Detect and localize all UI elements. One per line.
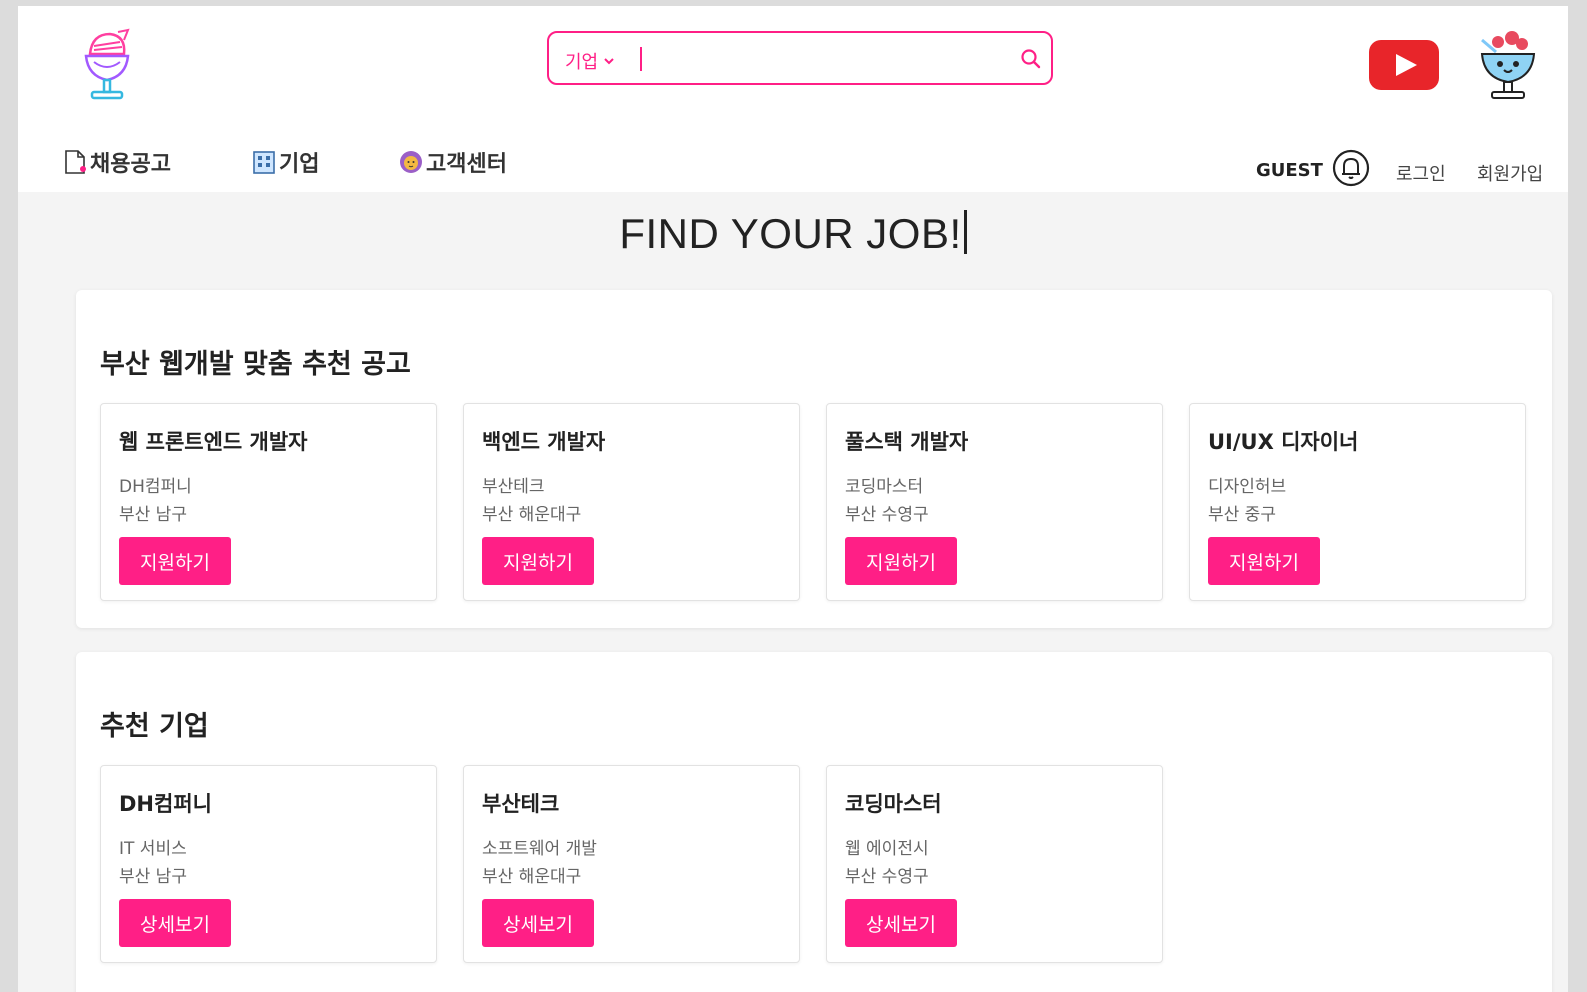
job-card: 풀스택 개발자 코딩마스터 부산 수영구 지원하기 (826, 403, 1163, 601)
chevron-down-icon (604, 58, 614, 65)
job-title: UI/UX 디자이너 (1208, 430, 1359, 454)
company-location: 부산 수영구 (845, 867, 929, 887)
apply-button[interactable]: 지원하기 (482, 537, 594, 585)
nav-item-companies[interactable]: 기업 (251, 146, 319, 178)
mascot-icon[interactable] (1478, 28, 1538, 102)
apply-button[interactable]: 지원하기 (845, 537, 957, 585)
details-button[interactable]: 상세보기 (845, 899, 957, 947)
job-location: 부산 중구 (1208, 505, 1276, 525)
recommended-jobs-section: 부산 웹개발 맞춤 추천 공고 웹 프론트엔드 개발자 DH컴퍼니 부산 남구 … (76, 290, 1552, 628)
job-title: 백엔드 개발자 (482, 430, 606, 454)
job-title: 풀스택 개발자 (845, 430, 969, 454)
page: 기업 채용공고 기업 고객센터 GUEST 로그인 회원가입 FIND YOUR… (18, 6, 1568, 992)
job-company: 부산테크 (482, 477, 545, 497)
ice-cream-logo-icon[interactable] (80, 28, 134, 102)
document-icon (65, 150, 86, 174)
company-name: 코딩마스터 (845, 792, 942, 816)
search-input[interactable] (649, 41, 1013, 79)
job-company: 코딩마스터 (845, 477, 924, 497)
nav-item-support[interactable]: 고객센터 (398, 146, 507, 178)
search-bar: 기업 (547, 31, 1053, 85)
header: 기업 채용공고 기업 고객센터 GUEST 로그인 회원가입 (18, 6, 1568, 192)
details-button[interactable]: 상세보기 (119, 899, 231, 947)
company-industry: 소프트웨어 개발 (482, 839, 597, 859)
guest-label: GUEST (1256, 160, 1323, 181)
lion-icon (400, 151, 422, 173)
hero-title-text: FIND YOUR JOB! (619, 210, 962, 257)
text-cursor (963, 210, 967, 254)
company-location: 부산 남구 (119, 867, 187, 887)
job-company: 디자인허브 (1208, 477, 1287, 497)
text-cursor (640, 47, 642, 71)
youtube-icon[interactable] (1369, 40, 1439, 90)
company-name: DH컴퍼니 (119, 792, 212, 816)
search-category-select[interactable]: 기업 (565, 48, 614, 74)
company-name: 부산테크 (482, 792, 560, 816)
nav-item-label: 고객센터 (426, 152, 507, 177)
search-icon[interactable] (1019, 47, 1043, 71)
section-title: 추천 기업 (100, 711, 209, 742)
hero-title: FIND YOUR JOB! (18, 210, 1568, 258)
company-card: 부산테크 소프트웨어 개발 부산 해운대구 상세보기 (463, 765, 800, 963)
signup-link[interactable]: 회원가입 (1477, 160, 1543, 186)
building-icon (253, 151, 275, 174)
job-location: 부산 해운대구 (482, 505, 582, 525)
job-title: 웹 프론트엔드 개발자 (119, 430, 308, 454)
nav-item-label: 채용공고 (90, 152, 171, 177)
company-location: 부산 해운대구 (482, 867, 582, 887)
job-company: DH컴퍼니 (119, 477, 192, 497)
apply-button[interactable]: 지원하기 (1208, 537, 1320, 585)
company-industry: 웹 에이전시 (845, 839, 929, 859)
search-category-label: 기업 (565, 52, 599, 73)
job-location: 부산 수영구 (845, 505, 929, 525)
job-card: UI/UX 디자이너 디자인허브 부산 중구 지원하기 (1189, 403, 1526, 601)
company-industry: IT 서비스 (119, 839, 187, 859)
notification-bell-icon[interactable] (1331, 148, 1371, 188)
nav-item-label: 기업 (279, 152, 320, 177)
login-link[interactable]: 로그인 (1396, 160, 1446, 186)
recommended-companies-section: 추천 기업 DH컴퍼니 IT 서비스 부산 남구 상세보기 부산테크 소프트웨어… (76, 652, 1552, 992)
details-button[interactable]: 상세보기 (482, 899, 594, 947)
company-card: DH컴퍼니 IT 서비스 부산 남구 상세보기 (100, 765, 437, 963)
company-card: 코딩마스터 웹 에이전시 부산 수영구 상세보기 (826, 765, 1163, 963)
job-location: 부산 남구 (119, 505, 187, 525)
nav-item-jobs[interactable]: 채용공고 (62, 146, 171, 178)
job-card: 웹 프론트엔드 개발자 DH컴퍼니 부산 남구 지원하기 (100, 403, 437, 601)
job-card: 백엔드 개발자 부산테크 부산 해운대구 지원하기 (463, 403, 800, 601)
apply-button[interactable]: 지원하기 (119, 537, 231, 585)
section-title: 부산 웹개발 맞춤 추천 공고 (100, 349, 411, 380)
main-nav: 채용공고 기업 고객센터 GUEST 로그인 회원가입 (18, 146, 1568, 188)
